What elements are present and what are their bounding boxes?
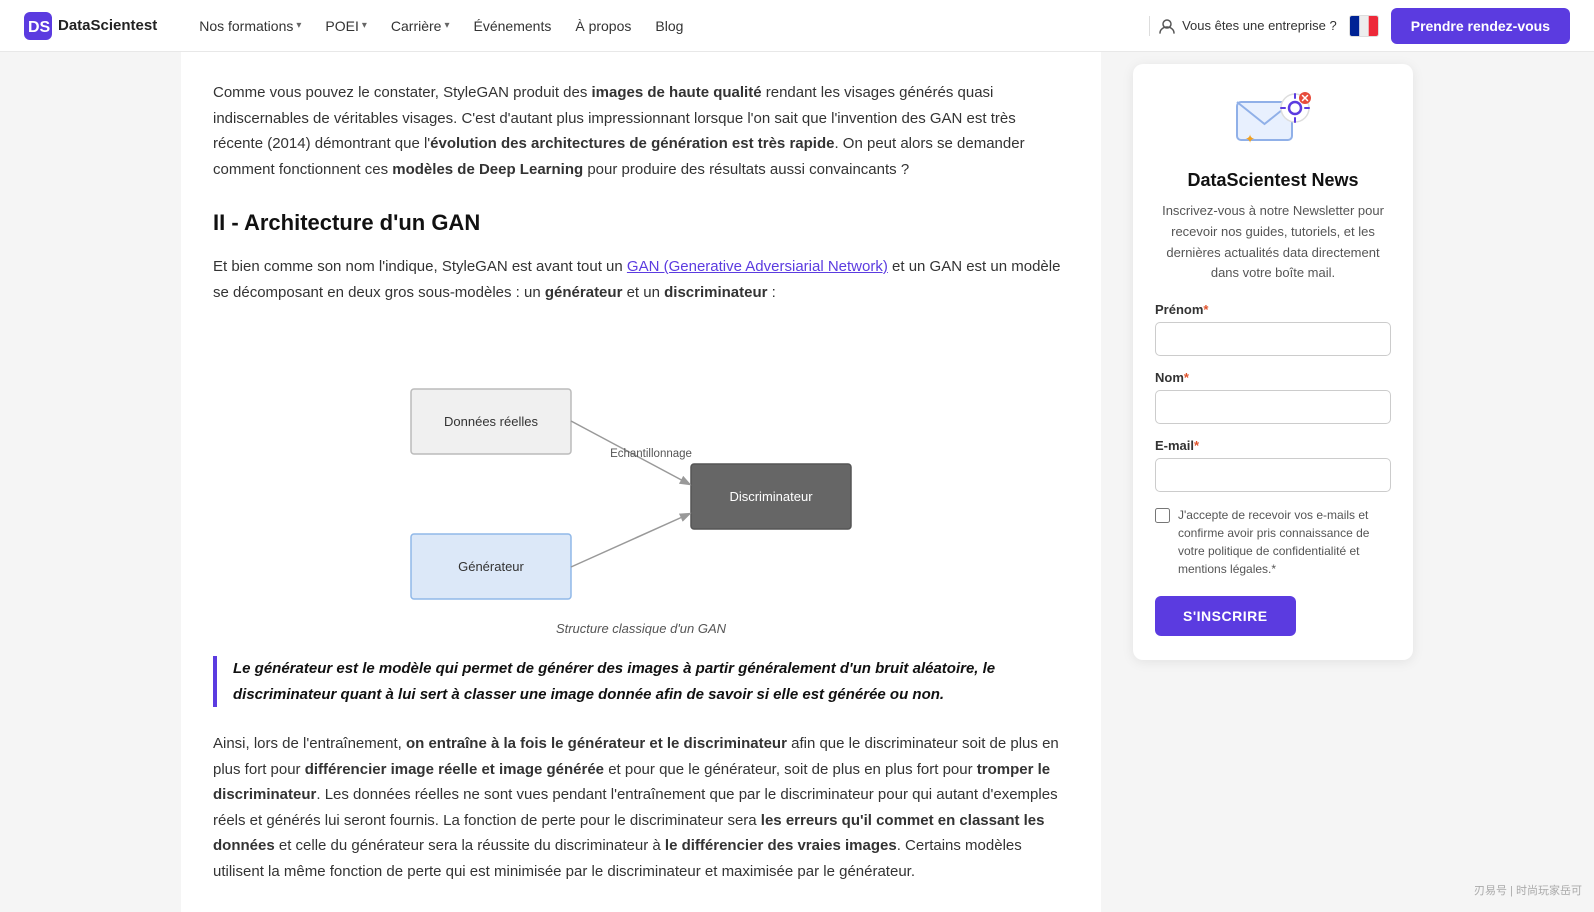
gan-diagram: Données réelles Générateur Discriminateu… [213, 329, 1069, 636]
newsletter-title: DataScientest News [1155, 170, 1391, 191]
sidebar: ✦ DataScientest News Inscrivez-vous à no… [1133, 64, 1413, 660]
diagram-caption: Structure classique d'un GAN [556, 621, 726, 636]
newsletter-desc: Inscrivez-vous à notre Newsletter pour r… [1155, 201, 1391, 284]
chevron-down-icon: ▾ [444, 20, 449, 31]
inscrire-button[interactable]: S'INSCRIRE [1155, 596, 1296, 636]
diagram-svg-wrap: Données réelles Générateur Discriminateu… [381, 329, 901, 613]
rendez-vous-button[interactable]: Prendre rendez-vous [1391, 8, 1570, 44]
consent-checkbox[interactable] [1155, 508, 1170, 523]
svg-text:DS: DS [28, 19, 51, 36]
nav-enterprise[interactable]: Vous êtes une entreprise ? [1158, 17, 1337, 35]
section-title: II - Architecture d'un GAN [213, 210, 1069, 236]
email-group: E-mail* [1155, 438, 1391, 492]
blockquote: Le générateur est le modèle qui permet d… [213, 656, 1069, 707]
logo-text: DataScientest [58, 17, 157, 34]
nav-links: Nos formations ▾ POEI ▾ Carrière ▾ Événe… [189, 12, 1141, 40]
bottom-paragraph: Ainsi, lors de l'entraînement, on entraî… [213, 731, 1069, 884]
svg-text:Echantillonnage: Echantillonnage [610, 448, 692, 460]
consent-label[interactable]: J'accepte de recevoir vos e-mails et con… [1178, 506, 1391, 578]
email-label: E-mail* [1155, 438, 1391, 453]
enterprise-icon [1158, 17, 1176, 35]
gan-link[interactable]: GAN (Generative Adversiarial Network) [627, 258, 888, 275]
logo-icon: DS [24, 12, 52, 40]
nom-group: Nom* [1155, 370, 1391, 424]
nav-divider [1149, 16, 1150, 36]
newsletter-icon-wrap: ✦ [1155, 88, 1391, 156]
nom-label: Nom* [1155, 370, 1391, 385]
section-paragraph-1: Et bien comme son nom l'indique, StyleGA… [213, 254, 1069, 305]
gan-diagram-svg: Données réelles Générateur Discriminateu… [381, 329, 901, 609]
page-wrap: Comme vous pouvez le constater, StyleGAN… [157, 52, 1437, 912]
checkbox-row: J'accepte de recevoir vos e-mails et con… [1155, 506, 1391, 578]
logo[interactable]: DS DataScientest [24, 12, 157, 40]
flag-france[interactable] [1349, 15, 1379, 37]
nav-evenements[interactable]: Événements [464, 12, 562, 40]
prenom-group: Prénom* [1155, 302, 1391, 356]
svg-text:Générateur: Générateur [458, 559, 524, 574]
navbar: DS DataScientest Nos formations ▾ POEI ▾… [0, 0, 1594, 52]
email-input[interactable] [1155, 458, 1391, 492]
french-flag-icon [1350, 16, 1378, 36]
nav-right: Vous êtes une entreprise ? Prendre rende… [1158, 8, 1570, 44]
nav-a-propos[interactable]: À propos [565, 12, 641, 40]
nom-input[interactable] [1155, 390, 1391, 424]
nav-poei[interactable]: POEI ▾ [315, 12, 377, 40]
main-content: Comme vous pouvez le constater, StyleGAN… [181, 52, 1101, 912]
newsletter-icon: ✦ [1233, 88, 1313, 156]
chevron-down-icon: ▾ [362, 20, 367, 31]
svg-text:✦: ✦ [1245, 132, 1255, 146]
svg-text:Données réelles: Données réelles [444, 414, 538, 429]
intro-paragraph: Comme vous pouvez le constater, StyleGAN… [213, 80, 1069, 182]
nav-nos-formations[interactable]: Nos formations ▾ [189, 12, 311, 40]
prenom-input[interactable] [1155, 322, 1391, 356]
nav-carriere[interactable]: Carrière ▾ [381, 12, 460, 40]
prenom-label: Prénom* [1155, 302, 1391, 317]
nav-blog[interactable]: Blog [645, 12, 693, 40]
chevron-down-icon: ▾ [296, 20, 301, 31]
newsletter-card: ✦ DataScientest News Inscrivez-vous à no… [1133, 64, 1413, 660]
svg-text:Discriminateur: Discriminateur [729, 489, 813, 504]
watermark: 刃易号 | 时尚玩家岳可 [1474, 882, 1582, 898]
